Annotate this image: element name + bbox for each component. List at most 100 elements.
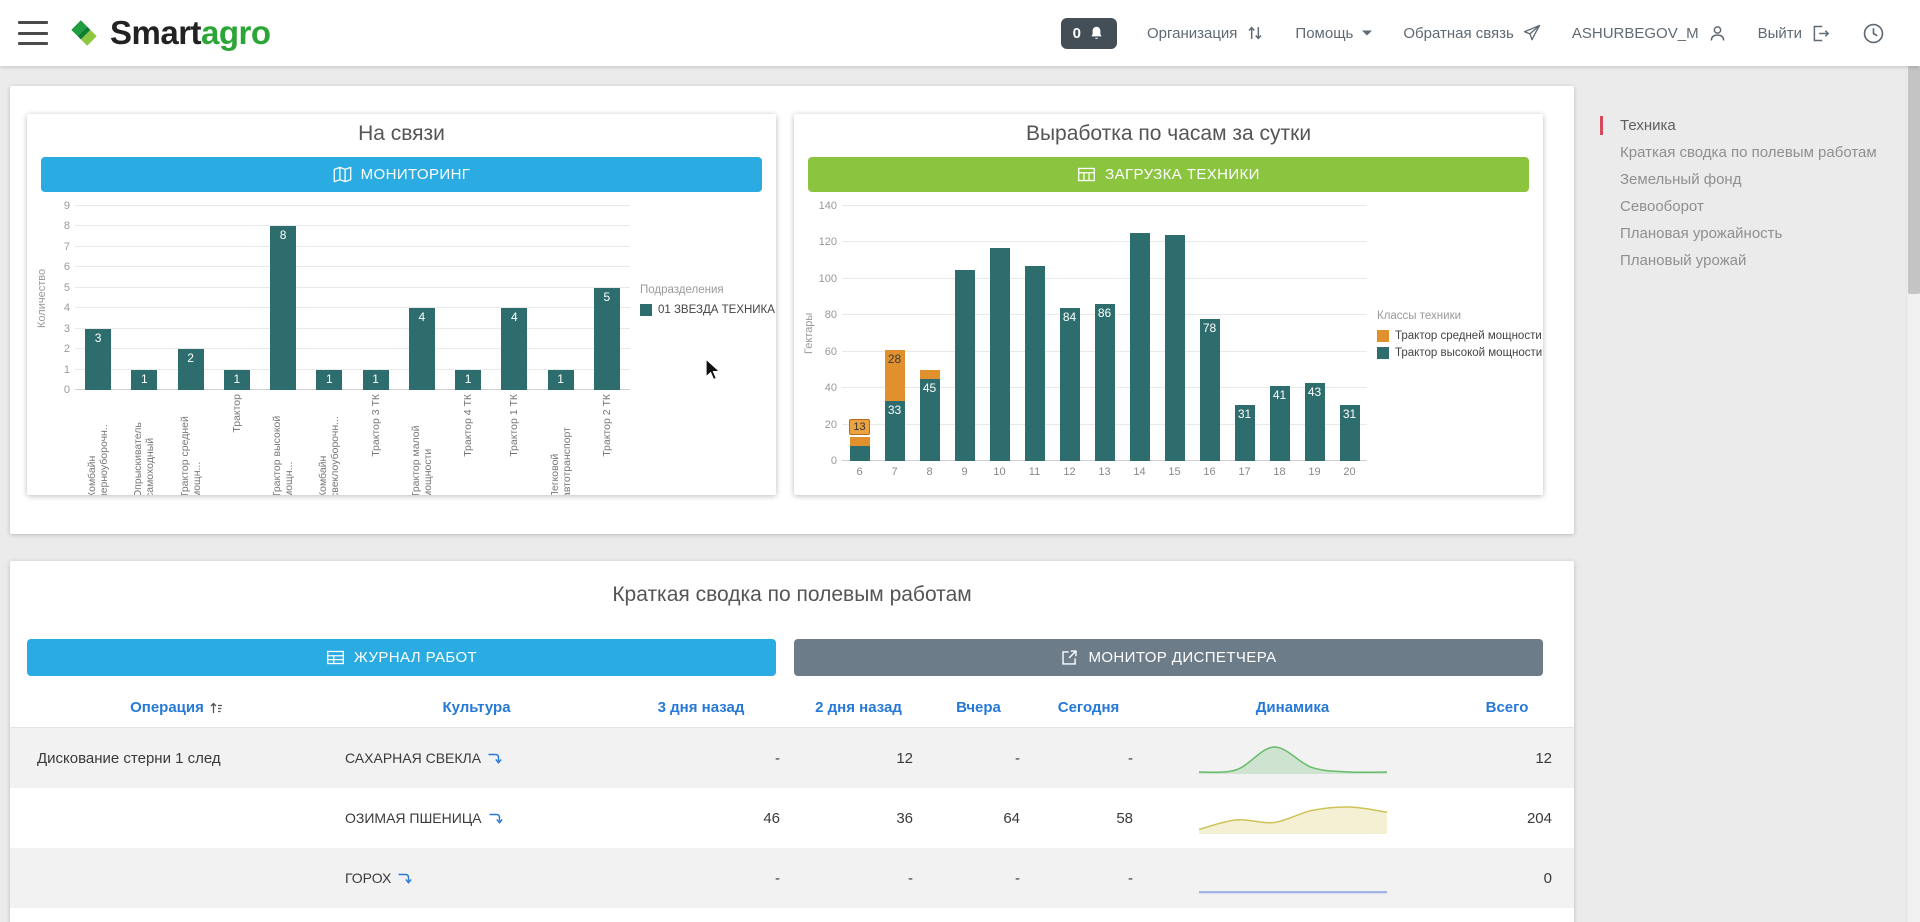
- help-label: Помощь: [1295, 25, 1353, 42]
- sidebar-item-2[interactable]: Краткая сводка по полевым работам: [1600, 139, 1910, 166]
- logo[interactable]: Smartagro: [66, 14, 271, 52]
- bar-value-label: 86: [1089, 306, 1121, 320]
- logout-button[interactable]: Выйти: [1758, 23, 1831, 44]
- operation-cell: Дискование стерни 1 след: [10, 750, 343, 767]
- bar-segment: 84: [1060, 308, 1080, 461]
- bar-segment: [955, 270, 975, 461]
- column-header-label: Всего: [1486, 699, 1529, 716]
- column-header-label: Операция: [130, 699, 204, 716]
- x-tick-label: 17: [1238, 466, 1250, 478]
- bar-segment: 4: [501, 308, 527, 390]
- menu-button[interactable]: [18, 21, 48, 45]
- column-header-4[interactable]: 2 дня назад: [792, 699, 925, 716]
- history-button[interactable]: [1861, 21, 1886, 46]
- map-icon: [333, 165, 352, 184]
- column-header-7[interactable]: Динамика: [1145, 699, 1440, 716]
- bar-segment: [990, 248, 1010, 461]
- value-cell: -: [610, 750, 792, 767]
- notifications-button[interactable]: 0: [1061, 18, 1117, 49]
- y-tick-label: 20: [825, 419, 837, 431]
- menu-icon: [18, 21, 48, 24]
- sidebar-item-3[interactable]: Земельный фонд: [1600, 166, 1910, 193]
- work-journal-button[interactable]: ЖУРНАЛ РАБОТ: [27, 639, 776, 676]
- value-cell: -: [1032, 870, 1145, 887]
- charts-card: На связи МОНИТОРИНГ Количество0123456789…: [10, 86, 1574, 534]
- value-cell: 36: [792, 810, 925, 827]
- monitoring-button[interactable]: МОНИТОРИНГ: [41, 157, 762, 192]
- sidebar-item-6[interactable]: Плановый урожай: [1600, 247, 1910, 274]
- value-cell: -: [610, 870, 792, 887]
- organization-button[interactable]: Организация: [1147, 23, 1265, 43]
- column-header-3[interactable]: 3 дня назад: [610, 699, 792, 716]
- sidebar-item-label: Земельный фонд: [1620, 171, 1741, 188]
- summary-title: Краткая сводка по полевым работам: [10, 583, 1574, 611]
- culture-link[interactable]: ОЗИМАЯ ПШЕНИЦА: [343, 810, 610, 826]
- table-row: ОЗИМАЯ ПШЕНИЦА46366458204: [10, 788, 1574, 848]
- y-tick-label: 4: [64, 302, 70, 314]
- feedback-button[interactable]: Обратная связь: [1403, 23, 1542, 43]
- bar-segment: 28: [885, 350, 905, 401]
- y-tick-label: 120: [819, 236, 837, 248]
- value-cell: 64: [925, 810, 1032, 827]
- bar: 1: [214, 206, 260, 390]
- x-tick-label: Трактор малой мощности: [410, 394, 434, 495]
- top-bar: Smartagro 0 Организация Помощь: [0, 0, 1920, 66]
- sort-icon: [209, 701, 223, 715]
- bar-value-label: 43: [1299, 385, 1331, 399]
- dispatcher-monitor-button[interactable]: МОНИТОР ДИСПЕТЧЕРА: [794, 639, 1543, 676]
- bar: 78: [1192, 206, 1227, 461]
- bar-segment: 1: [224, 370, 250, 390]
- summary-card: Краткая сводка по полевым работам ЖУРНАЛ…: [10, 561, 1574, 922]
- bar-value-label: 1: [310, 372, 348, 386]
- sidebar-item-label: Плановый урожай: [1620, 252, 1746, 269]
- summary-buttons-row: ЖУРНАЛ РАБОТ МОНИТОР ДИСПЕТЧЕРА: [27, 639, 1557, 676]
- column-header-1[interactable]: Операция: [10, 699, 343, 716]
- bar: 4: [491, 206, 537, 390]
- column-header-label: 2 дня назад: [815, 699, 902, 716]
- notification-count: 0: [1073, 25, 1081, 42]
- sidebar-item-label: Техника: [1620, 117, 1676, 134]
- bar-segment: 1: [131, 370, 157, 390]
- chart-legend: Подразделения01 ЗВЕЗДА ТЕХНИКА: [640, 284, 775, 321]
- bar-value-label: 5: [588, 290, 626, 304]
- equipment-load-button[interactable]: ЗАГРУЗКА ТЕХНИКИ: [808, 157, 1529, 192]
- legend-item[interactable]: Трактор средней мощности: [1377, 330, 1542, 342]
- x-tick-label: Легковой автотранспорт: [549, 394, 573, 495]
- legend-item[interactable]: Трактор высокой мощности: [1377, 347, 1542, 359]
- legend-item[interactable]: 01 ЗВЕЗДА ТЕХНИКА: [640, 304, 775, 316]
- user-button[interactable]: ASHURBEGOV_M: [1572, 23, 1728, 44]
- bar: 43: [1297, 206, 1332, 461]
- help-button[interactable]: Помощь: [1295, 25, 1373, 42]
- scrollbar-thumb[interactable]: [1908, 66, 1920, 294]
- bar-value-label: 8: [264, 228, 302, 242]
- sidebar-item-1[interactable]: Техника: [1600, 112, 1910, 139]
- bar-segment: 2: [178, 349, 204, 390]
- sidebar-item-5[interactable]: Плановая урожайность: [1600, 220, 1910, 247]
- goto-arrow-icon: [488, 811, 503, 826]
- panel-title-hourly-output: Выработка по часам за сутки: [794, 122, 1543, 150]
- y-tick-label: 7: [64, 241, 70, 253]
- column-header-5[interactable]: Вчера: [925, 699, 1032, 716]
- bar-segment: 1: [455, 370, 481, 390]
- column-header-6[interactable]: Сегодня: [1032, 699, 1145, 716]
- bell-icon: [1088, 25, 1105, 42]
- x-tick-label: 16: [1203, 466, 1215, 478]
- bar-value-label: 3: [79, 331, 117, 345]
- sidebar-item-4[interactable]: Севооборот: [1600, 193, 1910, 220]
- trend-sparkline: [1195, 800, 1391, 836]
- bar: [1122, 206, 1157, 461]
- culture-link[interactable]: САХАРНАЯ СВЕКЛА: [343, 750, 610, 766]
- bar: 3: [75, 206, 121, 390]
- paper-plane-icon: [1522, 23, 1542, 43]
- chart-legend: Классы техникиТрактор средней мощностиТр…: [1377, 310, 1542, 364]
- column-header-label: 3 дня назад: [658, 699, 745, 716]
- bar: 86: [1087, 206, 1122, 461]
- column-header-8[interactable]: Всего: [1440, 699, 1574, 716]
- x-tick-label: 19: [1308, 466, 1320, 478]
- column-header-2[interactable]: Культура: [343, 699, 610, 716]
- culture-link[interactable]: ГОРОХ: [343, 870, 610, 886]
- sidebar: Техника Краткая сводка по полевым работам…: [1600, 112, 1910, 274]
- bar-segment: 43: [1305, 383, 1325, 461]
- bar-segment: 4: [409, 308, 435, 390]
- scrollbar-track[interactable]: [1906, 0, 1920, 922]
